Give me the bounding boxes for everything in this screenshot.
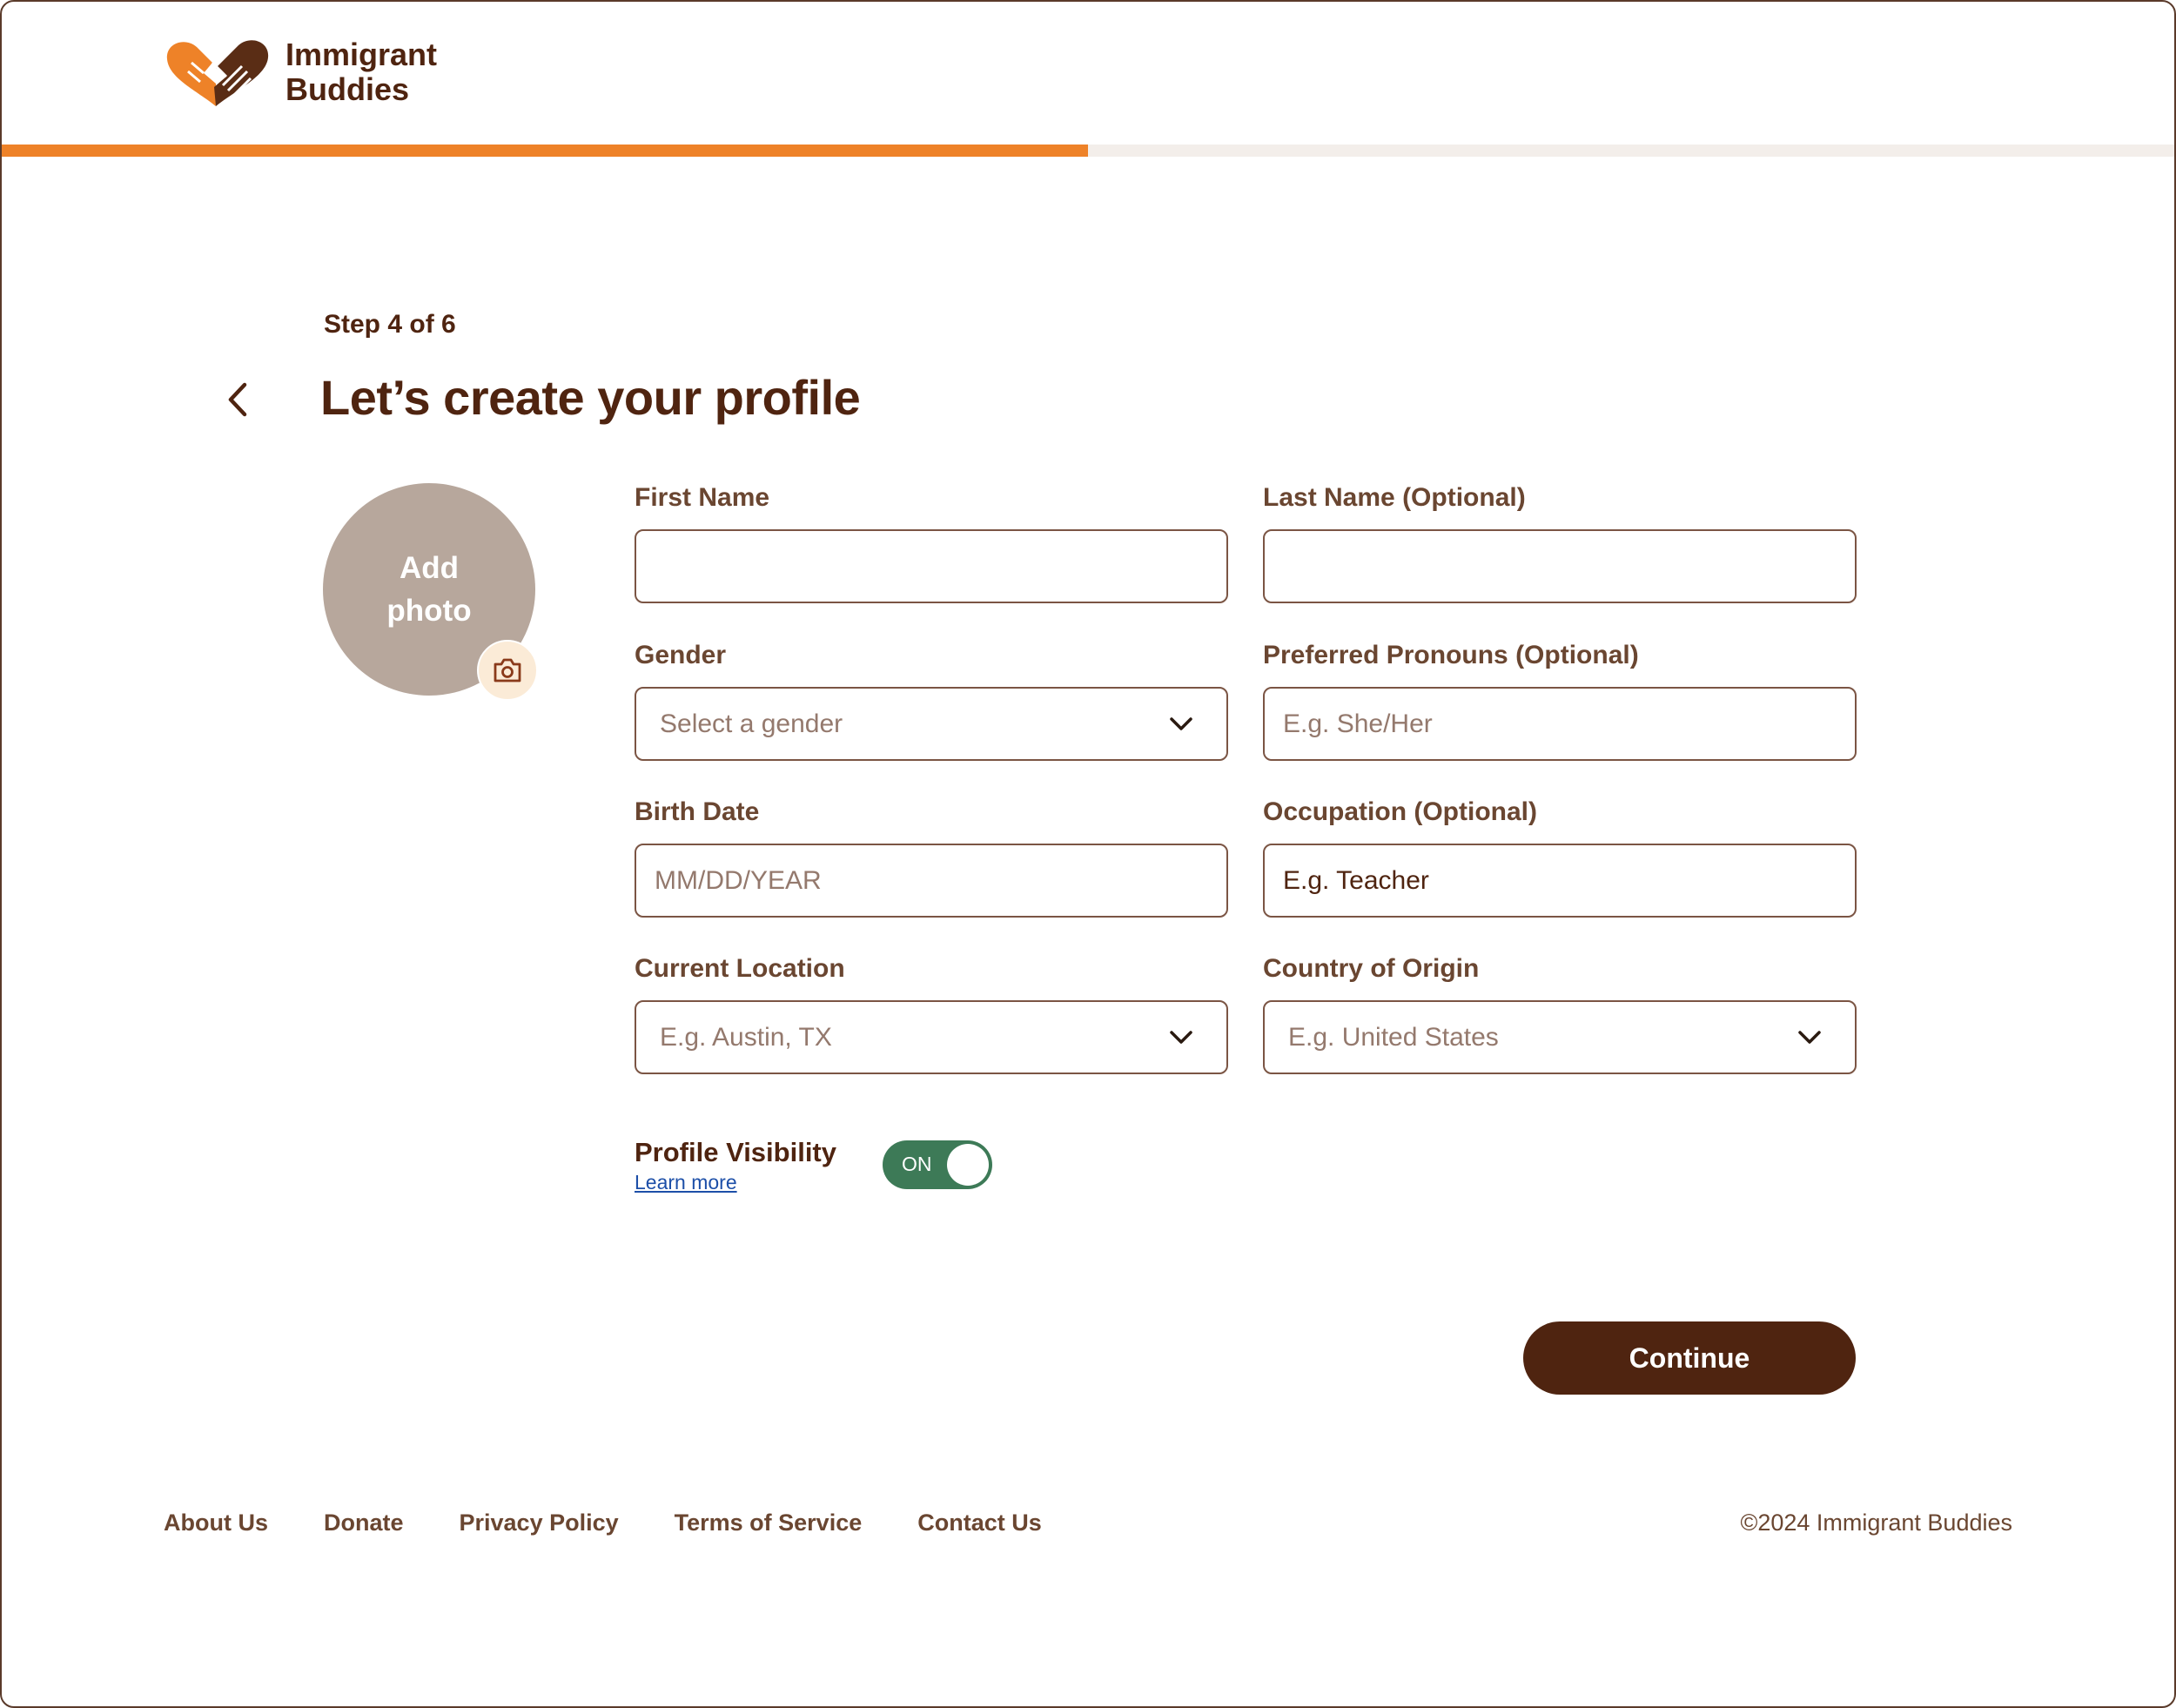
country-of-origin-selected-value: E.g. United States [1288,1022,1499,1052]
gender-selected-value: Select a gender [660,709,843,738]
birth-date-placeholder: MM/DD/YEAR [655,865,822,895]
first-name-label: First Name [635,483,770,512]
profile-visibility-label: Profile Visibility [635,1137,837,1167]
first-name-input[interactable] [635,529,1228,603]
birth-date-label: Birth Date [635,797,760,826]
chevron-down-icon [1792,1020,1827,1055]
back-button[interactable] [218,378,256,421]
occupation-value: E.g. Teacher [1283,865,1429,895]
current-location-select[interactable]: E.g. Austin, TX [635,1000,1228,1074]
brand-line-1: Immigrant [285,37,438,72]
continue-button[interactable]: Continue [1523,1321,1856,1395]
page-title: Let’s create your profile [320,370,861,425]
heart-hands-logo-icon [166,40,269,106]
footer-nav: About Us Donate Privacy Policy Terms of … [164,1510,1042,1537]
chevron-down-icon [1164,707,1199,742]
brand-logo[interactable]: Immigrant Buddies [162,33,437,111]
footer-link-donate[interactable]: Donate [324,1510,404,1537]
current-location-label: Current Location [635,954,845,983]
toggle-state-label: ON [902,1153,932,1175]
gender-select[interactable]: Select a gender [635,687,1228,761]
pronouns-input[interactable]: E.g. She/Her [1263,687,1857,761]
brand-name: Immigrant Buddies [285,37,437,107]
toggle-knob [947,1144,989,1186]
progress-bar [2,145,2174,157]
occupation-input[interactable]: E.g. Teacher [1263,844,1857,918]
footer-link-privacy-policy[interactable]: Privacy Policy [460,1510,619,1537]
pronouns-placeholder: E.g. She/Her [1283,709,1433,738]
progress-bar-fill [2,145,1088,157]
gender-label: Gender [635,641,727,669]
last-name-input[interactable] [1263,529,1857,603]
brand-line-2: Buddies [285,71,410,107]
chevron-down-icon [1164,1020,1199,1055]
country-of-origin-label: Country of Origin [1263,954,1480,983]
chevron-left-icon [228,382,247,417]
footer-link-terms-of-service[interactable]: Terms of Service [675,1510,863,1537]
footer-link-contact-us[interactable]: Contact Us [917,1510,1042,1537]
copyright-text: ©2024 Immigrant Buddies [1740,1510,2012,1536]
country-of-origin-select[interactable]: E.g. United States [1263,1000,1857,1074]
upload-photo-button[interactable] [477,640,538,701]
birth-date-input[interactable]: MM/DD/YEAR [635,844,1228,918]
pronouns-label: Preferred Pronouns (Optional) [1263,641,1639,669]
occupation-label: Occupation (Optional) [1263,797,1537,826]
camera-icon [494,658,521,683]
footer-link-about-us[interactable]: About Us [164,1510,268,1537]
profile-visibility-toggle[interactable]: ON [883,1140,992,1189]
add-photo-label: Add photo [386,551,472,628]
current-location-selected-value: E.g. Austin, TX [660,1022,832,1052]
step-indicator: Step 4 of 6 [324,310,456,339]
last-name-label: Last Name (Optional) [1263,483,1526,512]
learn-more-link[interactable]: Learn more [635,1171,737,1194]
